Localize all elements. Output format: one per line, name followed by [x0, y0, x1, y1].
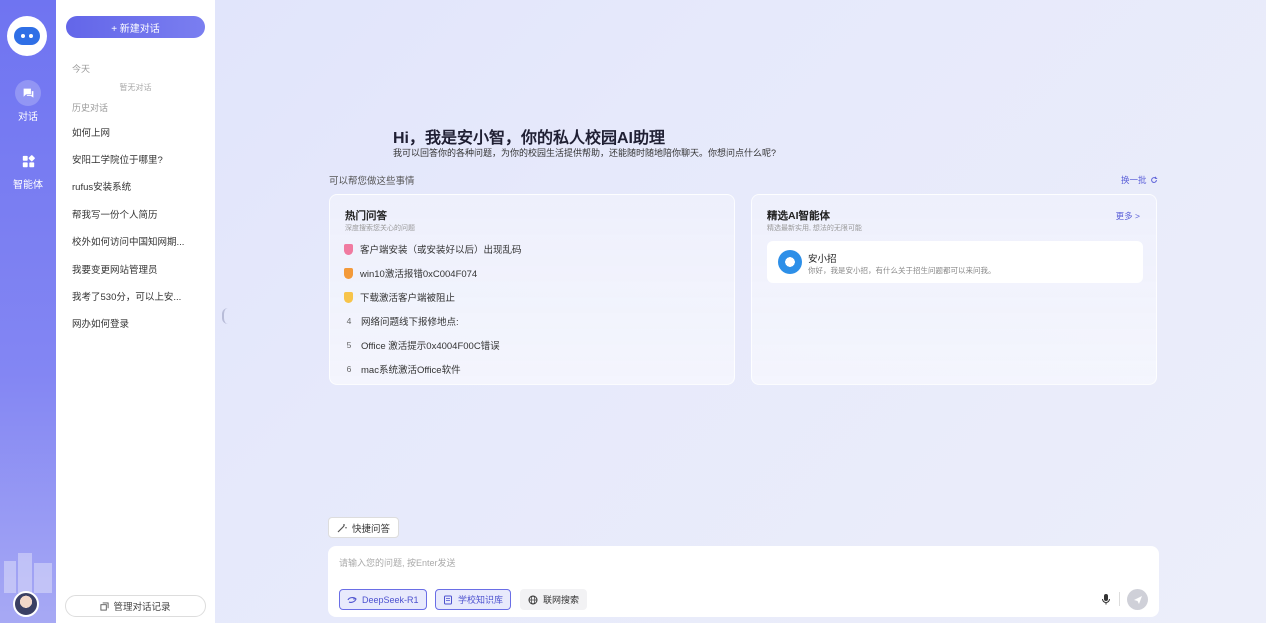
rail-item-agents[interactable]: 智能体	[0, 148, 56, 191]
history-item[interactable]: rufus安装系统	[72, 179, 202, 193]
deepseek-model-toggle[interactable]: DeepSeek-R1	[339, 589, 427, 610]
refresh-button[interactable]: 换一批	[1121, 174, 1158, 186]
hot-question-item[interactable]: 6 mac系统激活Office软件	[344, 362, 461, 376]
chip-label: 学校知识库	[458, 595, 504, 605]
hot-question-item[interactable]: 下载激活客户端被阻止	[344, 290, 455, 304]
copy-icon	[100, 601, 110, 611]
campus-illustration	[4, 553, 52, 593]
send-icon	[1133, 595, 1142, 604]
conversation-sidebar: + 新建对话 今天 暂无对话 历史对话 如何上网 安阳工学院位于哪里? rufu…	[56, 0, 215, 623]
book-icon	[444, 595, 452, 604]
refresh-label: 换一批	[1121, 175, 1147, 185]
featured-agents-card: 精选AI智能体 精选最新实用, 想法的无限可能 更多 > 安小招 你好，我是安小…	[751, 194, 1157, 385]
rank-number: 5	[346, 340, 352, 350]
hot-question-text: 网络问题线下报修地点:	[361, 317, 459, 328]
hot-question-text: Office 激活提示0x4004F00C错误	[361, 341, 500, 352]
new-chat-button[interactable]: + 新建对话	[66, 16, 205, 38]
hot-question-item[interactable]: 客户端安装（或安装好以后）出现乱码	[344, 242, 522, 256]
history-item[interactable]: 校外如何访问中国知网期...	[72, 234, 202, 248]
composer-divider	[1119, 592, 1120, 606]
rank-number: 6	[346, 364, 352, 374]
agent-item[interactable]: 安小招 你好，我是安小招，有什么关于招生问题都可以来问我。	[767, 241, 1143, 283]
today-label: 今天	[72, 64, 91, 74]
hot-questions-subtitle: 深度搜索您关心的问题	[345, 225, 415, 232]
featured-agents-subtitle: 精选最新实用, 想法的无限可能	[767, 225, 862, 232]
greeting-title: Hi，我是安小智，你的私人校园AI助理	[393, 130, 666, 147]
hot-question-text: 下载激活客户端被阻止	[360, 293, 456, 304]
rail-item-chat[interactable]: 对话	[0, 80, 56, 123]
featured-agents-title: 精选AI智能体	[767, 210, 830, 222]
chat-icon	[15, 80, 41, 106]
sidebar-collapse-handle[interactable]	[222, 308, 228, 324]
apps-icon	[15, 148, 41, 174]
rank-3-medal-icon	[344, 291, 353, 303]
empty-note: 暂无对话	[119, 83, 152, 92]
hot-question-text: mac系统激活Office软件	[361, 365, 461, 376]
deepseek-icon	[347, 596, 357, 603]
knowledge-base-toggle[interactable]: 学校知识库	[435, 589, 512, 610]
help-label: 可以帮您做这些事情	[329, 176, 415, 187]
history-item[interactable]: 网办如何登录	[72, 316, 202, 330]
history-item[interactable]: 我要变更网站管理员	[72, 262, 202, 276]
globe-icon	[528, 595, 538, 604]
quick-qa-label: 快捷问答	[352, 523, 391, 535]
hot-question-text: 客户端安装（或安装好以后）出现乱码	[360, 245, 522, 256]
history-item[interactable]: 安阳工学院位于哪里?	[72, 152, 202, 166]
app-logo	[7, 16, 47, 56]
hot-question-item[interactable]: 4 网络问题线下报修地点:	[344, 314, 459, 328]
rail-item-label: 对话	[18, 112, 38, 123]
hot-question-item[interactable]: 5 Office 激活提示0x4004F00C错误	[344, 338, 500, 352]
user-avatar[interactable]	[13, 591, 39, 617]
history-item[interactable]: 帮我写一份个人简历	[72, 207, 202, 221]
quick-qa-button[interactable]: 快捷问答	[328, 517, 400, 538]
web-search-toggle[interactable]: 联网搜索	[520, 589, 588, 610]
agent-description: 你好，我是安小招，有什么关于招生问题都可以来问我。	[808, 266, 996, 275]
hot-question-item[interactable]: win10激活报错0xC004F074	[344, 266, 477, 280]
history-label: 历史对话	[72, 103, 109, 113]
hot-question-text: win10激活报错0xC004F074	[360, 269, 478, 280]
robot-icon	[14, 27, 40, 45]
manage-history-button[interactable]: 管理对话记录	[65, 595, 206, 617]
send-button[interactable]	[1127, 589, 1148, 610]
hot-questions-card: 热门问答 深度搜索您关心的问题 客户端安装（或安装好以后）出现乱码 win10激…	[329, 194, 735, 385]
chip-label: 联网搜索	[543, 595, 580, 605]
agent-name: 安小招	[808, 254, 837, 265]
microphone-icon[interactable]	[1099, 592, 1113, 606]
rank-1-medal-icon	[344, 243, 353, 255]
message-composer: DeepSeek-R1 学校知识库 联网搜索	[328, 546, 1159, 617]
history-item[interactable]: 如何上网	[72, 125, 202, 139]
history-item[interactable]: 我考了530分，可以上安...	[72, 289, 202, 303]
rank-number: 4	[346, 316, 352, 326]
agent-avatar-icon	[778, 250, 802, 274]
rail-item-label: 智能体	[13, 180, 43, 191]
refresh-icon	[1150, 176, 1157, 183]
more-agents-link[interactable]: 更多 >	[1116, 210, 1140, 222]
message-input[interactable]	[339, 554, 1099, 572]
chip-label: DeepSeek-R1	[362, 594, 419, 605]
rank-2-medal-icon	[344, 267, 353, 279]
hot-questions-title: 热门问答	[345, 210, 387, 222]
greeting-subtitle: 我可以回答你的各种问题，为你的校园生活提供帮助，还能随时随地陪你聊天。你想问点什…	[393, 148, 777, 158]
manage-history-label: 管理对话记录	[113, 602, 171, 613]
magic-wand-icon	[337, 523, 347, 532]
left-rail: 对话 智能体	[0, 0, 56, 623]
